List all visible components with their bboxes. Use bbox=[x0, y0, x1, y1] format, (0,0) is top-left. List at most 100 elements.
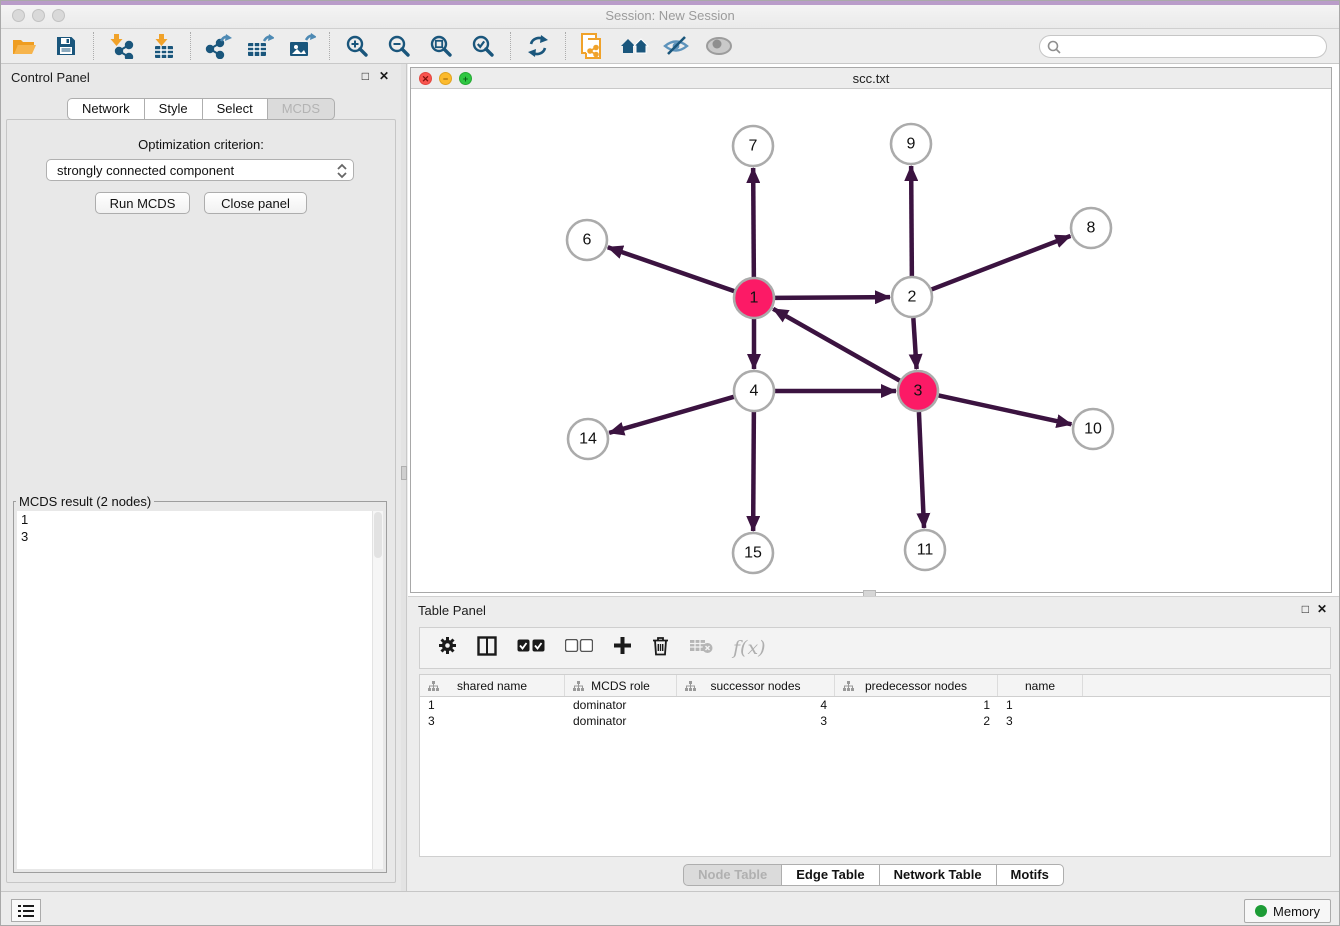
graph-edge-3-1[interactable] bbox=[773, 309, 900, 381]
show-graphics-icon[interactable] bbox=[698, 31, 740, 62]
graph-node-6[interactable]: 6 bbox=[567, 220, 607, 260]
graph-edge-4-15[interactable] bbox=[753, 412, 754, 531]
table-panel-tabs: Node TableEdge TableNetwork TableMotifs bbox=[408, 864, 1339, 886]
graph-node-8[interactable]: 8 bbox=[1071, 208, 1111, 248]
tab-select[interactable]: Select bbox=[202, 98, 268, 120]
graph-edge-2-3[interactable] bbox=[913, 318, 916, 369]
float-table-panel-icon[interactable]: □ bbox=[1302, 602, 1309, 616]
graph-edge-1-7[interactable] bbox=[753, 168, 754, 277]
create-column-icon[interactable] bbox=[613, 636, 632, 660]
graph-node-14[interactable]: 14 bbox=[568, 419, 608, 459]
import-table-icon[interactable] bbox=[142, 31, 184, 62]
table-cell[interactable]: 4 bbox=[677, 698, 835, 712]
float-panel-icon[interactable]: □ bbox=[362, 69, 369, 83]
vertical-splitter-handle[interactable] bbox=[401, 466, 407, 480]
task-history-button[interactable] bbox=[11, 899, 41, 922]
control-panel-tabs: NetworkStyleSelectMCDS bbox=[1, 98, 401, 120]
graph-node-7[interactable]: 7 bbox=[733, 126, 773, 166]
criterion-select[interactable]: strongly connected component bbox=[46, 159, 354, 181]
save-session-icon[interactable] bbox=[45, 31, 87, 62]
column-header-successor-nodes[interactable]: successor nodes bbox=[677, 675, 835, 696]
tab-network[interactable]: Network bbox=[67, 98, 145, 120]
table-settings-icon[interactable] bbox=[438, 636, 457, 660]
graph-edge-2-8[interactable] bbox=[932, 236, 1071, 290]
table-cell[interactable]: dominator bbox=[565, 698, 677, 712]
tab-edge-table[interactable]: Edge Table bbox=[781, 864, 879, 886]
graph-edge-3-11[interactable] bbox=[919, 412, 924, 528]
open-session-icon[interactable] bbox=[3, 31, 45, 62]
network-window-title: scc.txt bbox=[411, 71, 1331, 86]
toolbar-separator bbox=[510, 32, 511, 60]
hide-graphics-icon[interactable] bbox=[656, 31, 698, 62]
zoom-out-icon[interactable] bbox=[378, 31, 420, 62]
export-network-icon[interactable] bbox=[197, 31, 239, 62]
tab-motifs[interactable]: Motifs bbox=[996, 864, 1064, 886]
table-cell[interactable]: 3 bbox=[420, 714, 565, 728]
network-canvas[interactable]: 7 9 6 8 1 2 4 3 14 10 15 11 bbox=[411, 89, 1331, 592]
graph-node-1[interactable]: 1 bbox=[734, 278, 774, 318]
graph-edge-3-10[interactable] bbox=[939, 395, 1072, 424]
graph-node-label: 7 bbox=[749, 138, 758, 155]
graph-edge-2-9[interactable] bbox=[911, 166, 912, 276]
tab-network-table[interactable]: Network Table bbox=[879, 864, 997, 886]
result-scrollbar-thumb[interactable] bbox=[374, 512, 382, 558]
result-scrollbar[interactable] bbox=[372, 511, 383, 869]
table-cell[interactable]: 2 bbox=[835, 714, 998, 728]
refresh-icon[interactable] bbox=[517, 31, 559, 62]
import-network-icon[interactable] bbox=[100, 31, 142, 62]
graph-node-label: 10 bbox=[1084, 421, 1102, 438]
graph-node-15[interactable]: 15 bbox=[733, 533, 773, 573]
table-cell[interactable]: 3 bbox=[998, 714, 1083, 728]
home-layout-icon[interactable] bbox=[614, 31, 656, 62]
graph-node-3[interactable]: 3 bbox=[898, 371, 938, 411]
zoom-fit-icon[interactable] bbox=[420, 31, 462, 62]
column-header-MCDS-role[interactable]: MCDS role bbox=[565, 675, 677, 696]
search-input[interactable] bbox=[1039, 35, 1327, 58]
toolbar-separator bbox=[565, 32, 566, 60]
table-cell[interactable]: 1 bbox=[998, 698, 1083, 712]
graph-node-label: 3 bbox=[914, 383, 923, 400]
graph-node-10[interactable]: 10 bbox=[1073, 409, 1113, 449]
column-header-predecessor-nodes[interactable]: predecessor nodes bbox=[835, 675, 998, 696]
table-cell[interactable]: dominator bbox=[565, 714, 677, 728]
table-cell[interactable]: 3 bbox=[677, 714, 835, 728]
graph-edge-1-2[interactable] bbox=[775, 297, 890, 298]
vertical-splitter[interactable] bbox=[401, 64, 407, 891]
table-row[interactable]: 3dominator323 bbox=[420, 713, 1330, 729]
graph-node-2[interactable]: 2 bbox=[892, 277, 932, 317]
deselect-all-columns-icon[interactable] bbox=[565, 639, 593, 657]
column-header-shared-name[interactable]: shared name bbox=[420, 675, 565, 696]
table-cell[interactable]: 1 bbox=[835, 698, 998, 712]
graph-edge-4-14[interactable] bbox=[609, 397, 734, 433]
clone-network-icon[interactable] bbox=[572, 31, 614, 62]
graph-node-4[interactable]: 4 bbox=[734, 371, 774, 411]
close-panel-icon[interactable]: ✕ bbox=[379, 69, 389, 83]
close-table-panel-icon[interactable]: ✕ bbox=[1317, 602, 1327, 616]
show-columns-icon[interactable] bbox=[477, 636, 497, 661]
table-toolbar: f(x) bbox=[419, 627, 1331, 669]
graph-node-11[interactable]: 11 bbox=[905, 530, 945, 570]
export-table-icon[interactable] bbox=[239, 31, 281, 62]
graph-edge-1-6[interactable] bbox=[608, 247, 734, 291]
search-box bbox=[1039, 35, 1327, 58]
criterion-selected-value: strongly connected component bbox=[57, 163, 234, 178]
mcds-result-textarea[interactable]: 13 bbox=[17, 511, 383, 869]
export-image-icon[interactable] bbox=[281, 31, 323, 62]
delete-column-icon[interactable] bbox=[652, 636, 669, 661]
memory-button[interactable]: Memory bbox=[1244, 899, 1331, 923]
tab-mcds[interactable]: MCDS bbox=[267, 98, 335, 120]
zoom-in-icon[interactable] bbox=[336, 31, 378, 62]
column-header-name[interactable]: name bbox=[998, 675, 1083, 696]
graph-node-label: 11 bbox=[917, 542, 934, 559]
run-mcds-button[interactable]: Run MCDS bbox=[95, 192, 190, 214]
table-row[interactable]: 1dominator411 bbox=[420, 697, 1330, 713]
close-panel-button[interactable]: Close panel bbox=[204, 192, 307, 214]
tab-style[interactable]: Style bbox=[144, 98, 203, 120]
graph-node-9[interactable]: 9 bbox=[891, 124, 931, 164]
control-panel-title: Control Panel bbox=[11, 70, 90, 85]
select-all-columns-icon[interactable] bbox=[517, 639, 545, 657]
tab-node-table[interactable]: Node Table bbox=[683, 864, 782, 886]
table-panel-title: Table Panel bbox=[418, 603, 486, 618]
table-cell[interactable]: 1 bbox=[420, 698, 565, 712]
zoom-selected-icon[interactable] bbox=[462, 31, 504, 62]
